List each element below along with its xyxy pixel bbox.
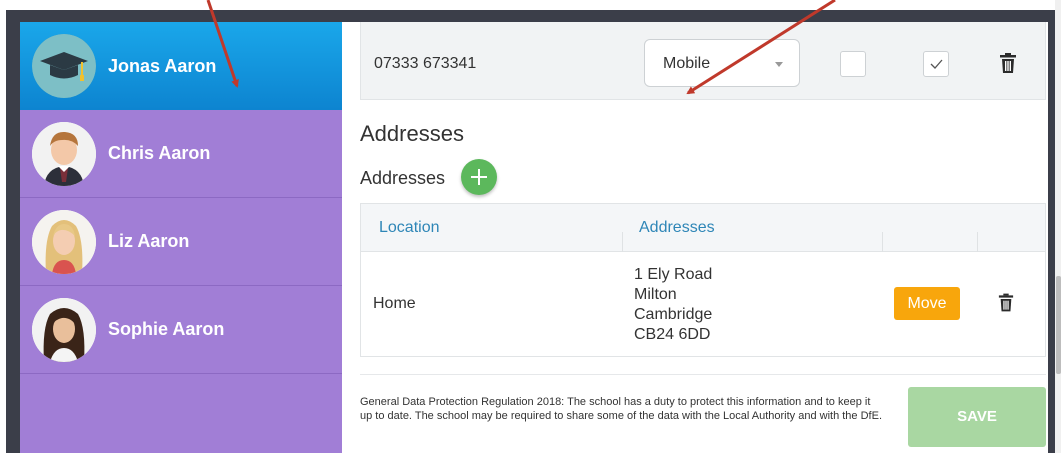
gdpr-notice: General Data Protection Regulation 2018:…	[360, 396, 882, 422]
column-divider	[977, 232, 978, 252]
phone-type-value: Mobile	[663, 55, 711, 72]
addresses-table: Location Addresses Home 1 Ely Road Milto…	[360, 203, 1046, 357]
girl-photo	[32, 209, 96, 274]
trash-icon[interactable]	[999, 52, 1017, 74]
student-sidebar: Jonas Aaron Chris Aaron Liz Aaron Sophie…	[20, 22, 342, 453]
divider	[360, 374, 1046, 375]
phone-checkbox-2[interactable]	[923, 51, 949, 77]
student-name: Liz Aaron	[108, 231, 190, 251]
phone-number[interactable]: 07333 673341	[374, 55, 476, 73]
student-name: Sophie Aaron	[108, 319, 225, 339]
column-divider	[882, 232, 883, 252]
boy-photo	[32, 121, 96, 186]
scrollbar-thumb[interactable]	[1056, 276, 1061, 374]
student-panel: Jonas Aaron Chris Aaron Liz Aaron Sophie…	[20, 22, 1048, 453]
address-lines: 1 Ely Road Milton Cambridge CB24 6DD	[634, 265, 712, 345]
graduation-cap-icon	[32, 34, 96, 98]
student-item-liz[interactable]: Liz Aaron	[20, 198, 342, 286]
addresses-section-title: Addresses	[360, 121, 464, 146]
student-name: Chris Aaron	[108, 143, 211, 163]
phone-checkbox-1[interactable]	[840, 51, 866, 77]
girl-photo	[32, 297, 96, 362]
column-header-addresses[interactable]: Addresses	[639, 219, 715, 237]
avatar	[32, 121, 96, 186]
address-location: Home	[373, 295, 416, 312]
phone-type-select[interactable]: Mobile	[644, 39, 800, 87]
student-item-chris[interactable]: Chris Aaron	[20, 110, 342, 198]
add-address-button[interactable]	[461, 159, 497, 195]
top-strip	[0, 0, 1061, 10]
address-line: Milton	[634, 286, 677, 303]
move-button[interactable]: Move	[894, 287, 960, 320]
avatar	[32, 209, 96, 274]
address-line: CB24 6DD	[634, 326, 711, 343]
address-line: 1 Ely Road	[634, 266, 713, 283]
addresses-subtitle: Addresses	[360, 168, 446, 188]
phone-row: 07333 673341 Mobile	[360, 22, 1046, 100]
chevron-down-icon	[775, 62, 783, 67]
check-icon	[930, 59, 943, 69]
student-item-sophie[interactable]: Sophie Aaron	[20, 286, 342, 374]
avatar	[32, 34, 96, 98]
student-name: Jonas Aaron	[108, 55, 217, 76]
column-header-location[interactable]: Location	[379, 219, 440, 237]
student-item-jonas[interactable]: Jonas Aaron	[20, 22, 342, 110]
main-content: 07333 673341 Mobile Addresses Addresses …	[360, 22, 1048, 453]
save-button[interactable]: SAVE	[908, 387, 1046, 447]
column-divider	[622, 232, 623, 252]
address-line: Cambridge	[634, 306, 713, 323]
trash-icon[interactable]	[998, 292, 1014, 313]
table-header: Location Addresses	[361, 204, 1045, 252]
avatar	[32, 297, 96, 362]
scrollbar-track[interactable]	[1055, 0, 1061, 453]
